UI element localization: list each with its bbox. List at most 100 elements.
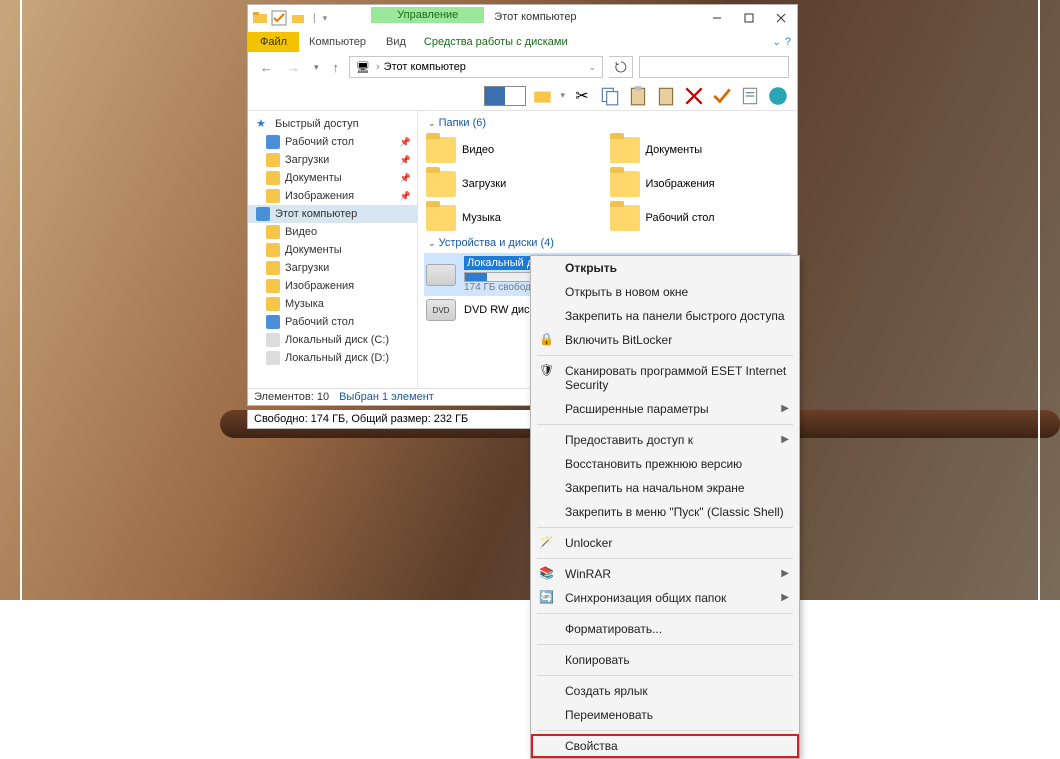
videos-icon — [266, 225, 280, 239]
ctx-separator — [537, 355, 793, 356]
nav-videos[interactable]: Видео — [248, 223, 417, 241]
contextual-tab-manage[interactable]: Управление — [371, 7, 484, 23]
eset-icon: 🛡 — [539, 363, 555, 379]
ctx-pin-start[interactable]: Закрепить на начальном экране — [531, 476, 799, 500]
nav-forward-icon[interactable]: → — [283, 60, 304, 75]
ctx-bitlocker[interactable]: 🔒Включить BitLocker — [531, 328, 799, 352]
ctx-eset-scan[interactable]: 🛡Сканировать программой ESET Internet Se… — [531, 359, 799, 397]
ctx-create-shortcut[interactable]: Создать ярлык — [531, 679, 799, 703]
ctx-sync[interactable]: 🔄Синхронизация общих папок▶ — [531, 586, 799, 610]
folder-pictures[interactable]: Изображения — [608, 167, 792, 201]
view-large-icon[interactable] — [485, 87, 505, 105]
copy-icon[interactable] — [599, 85, 621, 107]
ctx-open-new-window[interactable]: Открыть в новом окне — [531, 280, 799, 304]
nav-documents[interactable]: Документы📌 — [248, 169, 417, 187]
folder-videos[interactable]: Видео — [424, 133, 608, 167]
check-icon[interactable] — [711, 85, 733, 107]
paste-icon[interactable] — [627, 85, 649, 107]
ctx-separator — [537, 730, 793, 731]
cut-icon[interactable]: ✂ — [571, 85, 593, 107]
pin-icon: 📌 — [400, 137, 411, 148]
ribbon-view-tab[interactable]: Вид — [376, 32, 416, 52]
nav-desktop-2[interactable]: Рабочий стол — [248, 313, 417, 331]
close-button[interactable] — [765, 5, 797, 31]
maximize-button[interactable] — [733, 5, 765, 31]
ctx-open[interactable]: Открыть — [531, 256, 799, 280]
nav-downloads[interactable]: Загрузки📌 — [248, 151, 417, 169]
nav-pictures-2[interactable]: Изображения — [248, 277, 417, 295]
ribbon-file-tab[interactable]: Файл — [248, 32, 299, 52]
ctx-separator — [537, 644, 793, 645]
minimize-button[interactable] — [701, 5, 733, 31]
ctx-share[interactable]: Предоставить доступ к▶ — [531, 428, 799, 452]
folder-icon — [426, 137, 456, 163]
nav-music[interactable]: Музыка — [248, 295, 417, 313]
paste-dropdown-icon[interactable] — [655, 85, 677, 107]
address-bar-row: ← → ▾ ↑ 🖥 › Этот компьютер ⌄ — [248, 53, 797, 81]
ctx-restore[interactable]: Восстановить прежнюю версию — [531, 452, 799, 476]
breadcrumb-dropdown-icon[interactable]: ⌄ — [588, 62, 596, 73]
drive-icon — [426, 264, 456, 286]
ribbon-computer-tab[interactable]: Компьютер — [299, 32, 376, 52]
nav-downloads-2[interactable]: Загрузки — [248, 259, 417, 277]
new-folder-icon[interactable] — [532, 85, 554, 107]
folder-icon — [426, 205, 456, 231]
folder-documents[interactable]: Документы — [608, 133, 792, 167]
pin-icon: 📌 — [400, 155, 411, 166]
nav-back-icon[interactable]: ← — [256, 60, 277, 75]
toolbar-dropdown-icon[interactable]: ▾ — [560, 90, 565, 101]
ribbon-tabs: Файл Компьютер Вид Средства работы с дис… — [248, 31, 797, 53]
nav-documents-2[interactable]: Документы — [248, 241, 417, 259]
nav-local-disk-d[interactable]: Локальный диск (D:) — [248, 349, 417, 367]
ribbon-collapse-icon[interactable]: ⌄ — [772, 37, 780, 48]
ctx-format[interactable]: Форматировать... — [531, 617, 799, 641]
computer-icon — [256, 207, 270, 221]
secondary-toolbar: ▾ ✂ — [248, 81, 797, 111]
pictures-icon — [266, 279, 280, 293]
nav-local-disk-c[interactable]: Локальный диск (C:) — [248, 331, 417, 349]
breadcrumb-text[interactable]: Этот компьютер — [384, 61, 466, 73]
view-toggle[interactable] — [484, 86, 526, 106]
nav-history-icon[interactable]: ▾ — [310, 62, 323, 73]
status-selected: Выбран 1 элемент — [339, 391, 434, 403]
nav-pictures[interactable]: Изображения📌 — [248, 187, 417, 205]
ctx-unlocker[interactable]: 🪄Unlocker — [531, 531, 799, 555]
qat-new-folder-icon[interactable] — [290, 10, 306, 26]
qat-checkbox-icon[interactable] — [271, 10, 287, 26]
ctx-winrar[interactable]: 📚WinRAR▶ — [531, 562, 799, 586]
ribbon-drive-tools-tab[interactable]: Средства работы с дисками — [416, 32, 576, 52]
navigation-pane[interactable]: ★Быстрый доступ Рабочий стол📌 Загрузки📌 … — [248, 111, 418, 388]
eset-icon[interactable] — [767, 85, 789, 107]
nav-up-icon[interactable]: ↑ — [329, 60, 344, 75]
status-extra: Свободно: 174 ГБ, Общий размер: 232 ГБ — [247, 410, 537, 429]
search-input[interactable] — [639, 56, 789, 78]
folder-downloads[interactable]: Загрузки — [424, 167, 608, 201]
qat-separator: | — [309, 13, 320, 24]
refresh-button[interactable] — [609, 56, 633, 78]
view-details-icon[interactable] — [505, 87, 525, 105]
sync-icon: 🔄 — [539, 590, 555, 606]
folder-desktop[interactable]: Рабочий стол — [608, 201, 792, 235]
ctx-pin-classic-shell[interactable]: Закрепить в меню "Пуск" (Classic Shell) — [531, 500, 799, 524]
chevron-right-icon: ▶ — [781, 592, 789, 603]
nav-this-pc[interactable]: Этот компьютер — [248, 205, 417, 223]
desktop-icon — [266, 135, 280, 149]
nav-desktop[interactable]: Рабочий стол📌 — [248, 133, 417, 151]
ctx-rename[interactable]: Переименовать — [531, 703, 799, 727]
qat-dropdown-icon[interactable]: ▾ — [323, 13, 328, 24]
ctx-separator — [537, 558, 793, 559]
properties-icon[interactable] — [739, 85, 761, 107]
ctx-advanced[interactable]: Расширенные параметры▶ — [531, 397, 799, 421]
ctx-pin-quick-access[interactable]: Закрепить на панели быстрого доступа — [531, 304, 799, 328]
delete-icon[interactable] — [683, 85, 705, 107]
help-icon[interactable]: ? — [785, 36, 791, 48]
ctx-copy[interactable]: Копировать — [531, 648, 799, 672]
nav-quick-access[interactable]: ★Быстрый доступ — [248, 115, 417, 133]
ctx-properties[interactable]: Свойства — [531, 734, 799, 758]
address-bar[interactable]: 🖥 › Этот компьютер ⌄ — [349, 56, 603, 78]
winrar-icon: 📚 — [539, 566, 555, 582]
music-icon — [266, 297, 280, 311]
folder-music[interactable]: Музыка — [424, 201, 608, 235]
group-folders-header[interactable]: ⌄ Папки (6) — [428, 117, 791, 129]
group-drives-header[interactable]: ⌄ Устройства и диски (4) — [428, 237, 791, 249]
